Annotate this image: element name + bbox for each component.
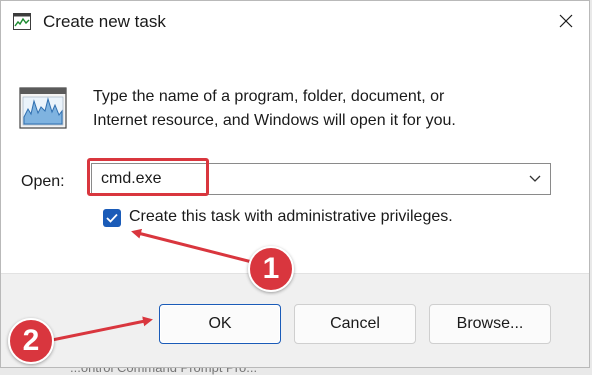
admin-privileges-label[interactable]: Create this task with administrative pri… — [129, 208, 453, 226]
open-combobox[interactable]: cmd.exe — [91, 163, 551, 195]
browse-button[interactable]: Browse... — [429, 304, 551, 344]
cancel-button[interactable]: Cancel — [294, 304, 416, 344]
open-label: Open: — [21, 173, 65, 190]
step-badge-2: 2 — [8, 318, 54, 364]
description-line-2: Internet resource, and Windows will open… — [93, 112, 456, 129]
dialog-footer: OK Cancel Browse... — [1, 273, 589, 367]
admin-privileges-checkbox[interactable] — [103, 209, 121, 227]
close-icon — [559, 14, 573, 28]
dialog-description: Type the name of a program, folder, docu… — [93, 85, 563, 133]
ok-button[interactable]: OK — [159, 304, 281, 344]
task-manager-icon — [13, 13, 31, 30]
checkmark-icon — [106, 213, 118, 223]
description-line-1: Type the name of a program, folder, docu… — [93, 88, 445, 105]
step-badge-1: 1 — [248, 246, 294, 292]
create-new-task-dialog: Create new task Type the name of a progr… — [0, 0, 590, 368]
dialog-content: Type the name of a program, folder, docu… — [1, 45, 589, 273]
dialog-title: Create new task — [43, 12, 166, 31]
run-program-icon — [19, 87, 67, 129]
chevron-down-icon[interactable] — [528, 173, 542, 185]
title-bar: Create new task — [1, 1, 589, 45]
open-input[interactable]: cmd.exe — [101, 170, 161, 188]
close-button[interactable] — [543, 1, 589, 41]
